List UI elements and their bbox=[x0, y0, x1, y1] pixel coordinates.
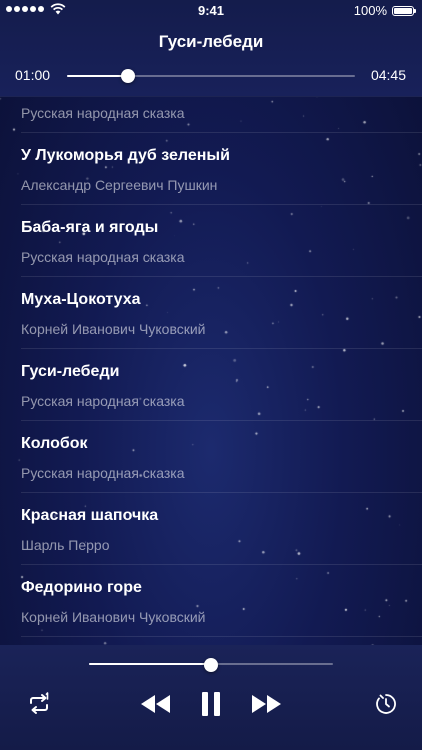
story-list-item[interactable]: Русская народная сказка bbox=[21, 96, 422, 133]
battery-percent: 100% bbox=[353, 3, 387, 18]
story-author: Корней Иванович Чуковский bbox=[21, 321, 206, 337]
story-title: Колобок bbox=[21, 435, 88, 452]
story-title: Федорино горе bbox=[21, 579, 142, 596]
story-author: Русская народная сказка bbox=[21, 393, 185, 409]
pause-button[interactable] bbox=[197, 689, 225, 719]
sleep-timer-button[interactable] bbox=[374, 692, 398, 716]
story-author: Русская народная сказка bbox=[21, 105, 185, 121]
rewind-button[interactable] bbox=[138, 692, 174, 716]
volume-slider[interactable] bbox=[89, 658, 333, 672]
repeat-button[interactable] bbox=[26, 691, 52, 717]
story-list-item[interactable]: Колобок Русская народная сказка bbox=[21, 421, 422, 493]
story-author: Александр Сергеевич Пушкин bbox=[21, 177, 218, 193]
story-author: Русская народная сказка bbox=[21, 249, 185, 265]
story-title: Муха-Цокотуха bbox=[21, 291, 141, 308]
story-list-item[interactable]: Гуси-лебеди Русская народная сказка bbox=[21, 349, 422, 421]
story-title: Баба-яга и ягоды bbox=[21, 219, 159, 236]
story-title: Гуси-лебеди bbox=[21, 363, 120, 380]
progress-knob[interactable] bbox=[120, 69, 135, 83]
progress-slider[interactable] bbox=[67, 69, 355, 83]
story-list-item[interactable]: У Лукоморья дуб зеленый Александр Сергеев… bbox=[21, 133, 422, 205]
fast-forward-icon bbox=[252, 695, 281, 713]
player-controls bbox=[0, 645, 422, 750]
repeat-one-icon bbox=[30, 692, 49, 714]
total-time: 04:45 bbox=[370, 67, 406, 83]
fast-forward-button[interactable] bbox=[248, 692, 284, 716]
story-author: Русская народная сказка bbox=[21, 465, 185, 481]
story-author: Корней Иванович Чуковский bbox=[21, 609, 206, 625]
pause-icon bbox=[202, 692, 220, 716]
playback-progress: 01:00 04:45 bbox=[0, 66, 422, 86]
story-list-item[interactable]: Муха-Цокотуха Корней Иванович Чуковский bbox=[21, 277, 422, 349]
volume-slider-area bbox=[89, 658, 333, 672]
now-playing-header: 9:41 100% Гуси-лебеди 01:00 04:45 bbox=[0, 0, 422, 97]
story-list-item[interactable]: Зайкина избушка bbox=[21, 637, 422, 645]
story-list[interactable]: Русская народная сказка У Лукоморья дуб з… bbox=[0, 96, 422, 645]
story-author: Шарль Перро bbox=[21, 537, 110, 553]
rewind-icon bbox=[141, 695, 170, 713]
volume-knob[interactable] bbox=[204, 658, 218, 672]
story-title: Красная шапочка bbox=[21, 507, 159, 524]
story-title: У Лукоморья дуб зеленый bbox=[21, 147, 230, 164]
story-list-item[interactable]: Федорино горе Корней Иванович Чуковский bbox=[21, 565, 422, 637]
now-playing-title: Гуси-лебеди bbox=[158, 32, 264, 51]
story-list-item[interactable]: Красная шапочка Шарль Перро bbox=[21, 493, 422, 565]
battery-icon bbox=[392, 5, 416, 16]
story-list-item[interactable]: Баба-яга и ягоды Русская народная сказка bbox=[21, 205, 422, 277]
elapsed-time: 01:00 bbox=[15, 67, 51, 83]
sleep-timer-icon bbox=[376, 694, 396, 714]
status-bar: 9:41 100% bbox=[0, 0, 422, 22]
